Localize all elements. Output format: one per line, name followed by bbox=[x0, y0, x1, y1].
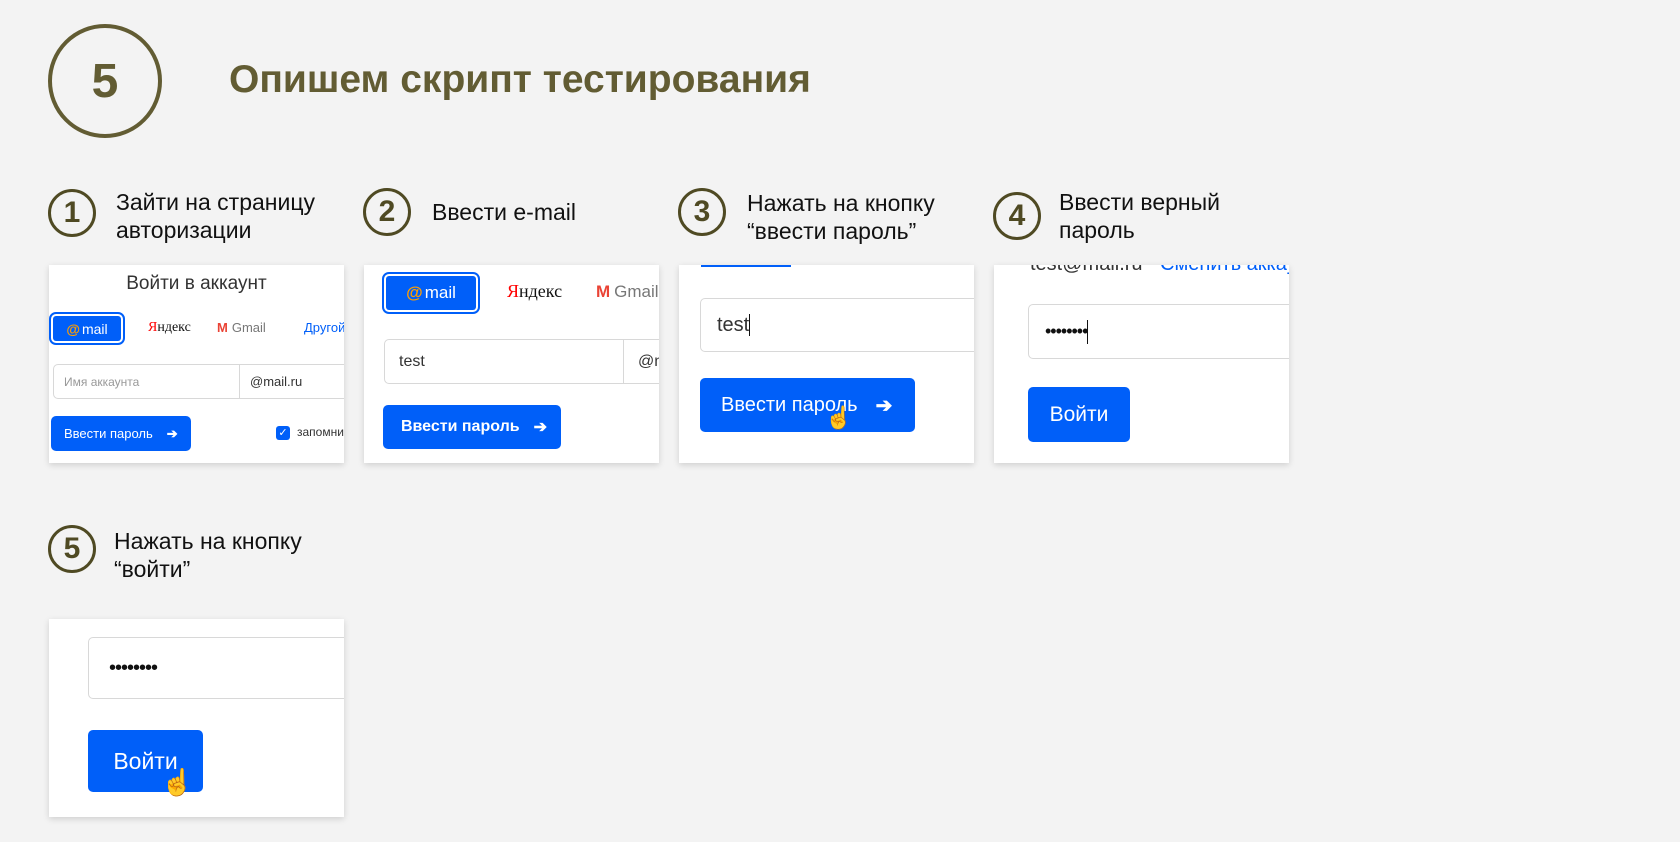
step-3-number: 3 bbox=[678, 188, 726, 236]
step-4-number: 4 bbox=[993, 192, 1041, 240]
card-click-login: •••••••• Войти ☝ bbox=[49, 619, 344, 817]
arrow-right-icon: ➔ bbox=[166, 425, 178, 441]
yandex-label: ндекс bbox=[519, 281, 563, 301]
yandex-first-letter: Я bbox=[507, 281, 520, 301]
step-2-text: Ввести e-mail bbox=[432, 199, 576, 225]
mail-label: mail bbox=[424, 283, 456, 302]
provider-gmail-tab[interactable]: M Gmail bbox=[217, 320, 266, 335]
login-input[interactable]: test bbox=[384, 339, 624, 384]
domain-select[interactable]: @mail.ru bbox=[623, 339, 659, 384]
step-2-number: 2 bbox=[363, 188, 411, 236]
gmail-icon: M bbox=[596, 282, 611, 301]
arrow-right-icon: ➔ bbox=[533, 419, 547, 436]
card-enter-email: @mail Яндекс MGmail test @mail.ru Ввести… bbox=[364, 265, 659, 463]
step-3-text: Нажать на кнопку “ввести пароль” bbox=[747, 190, 935, 244]
current-account: test@mail.ru bbox=[1030, 265, 1143, 276]
provider-other-tab[interactable]: Другой bbox=[304, 320, 344, 335]
account-name-input[interactable]: Имя аккаунта bbox=[53, 364, 243, 399]
hand-cursor-icon: ☝ bbox=[161, 767, 194, 797]
provider-yandex-tab[interactable]: Яндекс bbox=[148, 320, 191, 336]
domain-select[interactable]: @mail.ru bbox=[239, 364, 344, 399]
provider-mail-tab[interactable]: @ mail bbox=[382, 272, 480, 314]
slide-number-badge: 5 bbox=[48, 24, 162, 138]
mail-label: mail bbox=[81, 320, 108, 337]
provider-yandex-tab[interactable]: Яндекс bbox=[507, 281, 562, 302]
arrow-right-icon: ➔ bbox=[875, 394, 893, 417]
text-caret bbox=[749, 314, 751, 336]
yandex-label: ндекс bbox=[157, 320, 191, 335]
card-login-page: Войти в аккаунт @ mail Яндекс M Gmail Друг… bbox=[49, 265, 344, 463]
yandex-first-letter: Я bbox=[148, 320, 158, 335]
step-1-text: Зайти на страницу авторизации bbox=[116, 189, 316, 243]
link-underline bbox=[701, 265, 791, 267]
step-1-number: 1 bbox=[48, 189, 96, 237]
step-4-text: Ввести верный пароль bbox=[1059, 189, 1220, 243]
gmail-icon: M bbox=[217, 320, 228, 335]
mail-at-icon: @ bbox=[66, 320, 80, 337]
provider-gmail-tab[interactable]: M Gmail bbox=[596, 282, 659, 302]
text-caret bbox=[1087, 319, 1089, 344]
enter-password-button[interactable]: Ввести пароль ➔ bbox=[700, 378, 915, 432]
card-click-enter-password: test Ввести пароль ➔ ☝ bbox=[679, 265, 974, 463]
change-account-link[interactable]: Сменить аккаунт bbox=[1160, 265, 1289, 276]
password-input[interactable]: •••••••• bbox=[1028, 304, 1289, 359]
login-value: test bbox=[717, 313, 750, 336]
gmail-label: Gmail bbox=[231, 320, 266, 335]
slide-title: Опишем скрипт тестирования bbox=[229, 58, 811, 101]
remember-label: запомнить bbox=[297, 425, 344, 439]
gmail-label: Gmail bbox=[614, 282, 659, 301]
step-5-text: Нажать на кнопку “войти” bbox=[114, 528, 302, 582]
mail-at-icon: @ bbox=[406, 283, 423, 302]
step-5-number: 5 bbox=[48, 525, 96, 573]
card-enter-password: test@mail.ru Сменить аккаунт •••••••• Во… bbox=[994, 265, 1289, 463]
enter-password-label: Ввести пароль bbox=[64, 426, 153, 441]
remember-checkbox[interactable]: ✓ bbox=[276, 426, 290, 440]
enter-password-button[interactable]: Ввести пароль ➔ bbox=[383, 405, 561, 449]
login-input[interactable]: test bbox=[700, 298, 974, 352]
enter-password-button[interactable]: Ввести пароль ➔ bbox=[51, 416, 191, 451]
enter-password-label: Ввести пароль bbox=[401, 418, 520, 435]
provider-mail-tab[interactable]: @ mail bbox=[49, 312, 125, 345]
login-button[interactable]: Войти bbox=[1028, 387, 1130, 442]
login-heading: Войти в аккаунт bbox=[126, 273, 267, 294]
hand-cursor-icon: ☝ bbox=[825, 405, 853, 430]
password-input[interactable]: •••••••• bbox=[88, 637, 344, 699]
password-dots: •••••••• bbox=[1045, 321, 1088, 341]
